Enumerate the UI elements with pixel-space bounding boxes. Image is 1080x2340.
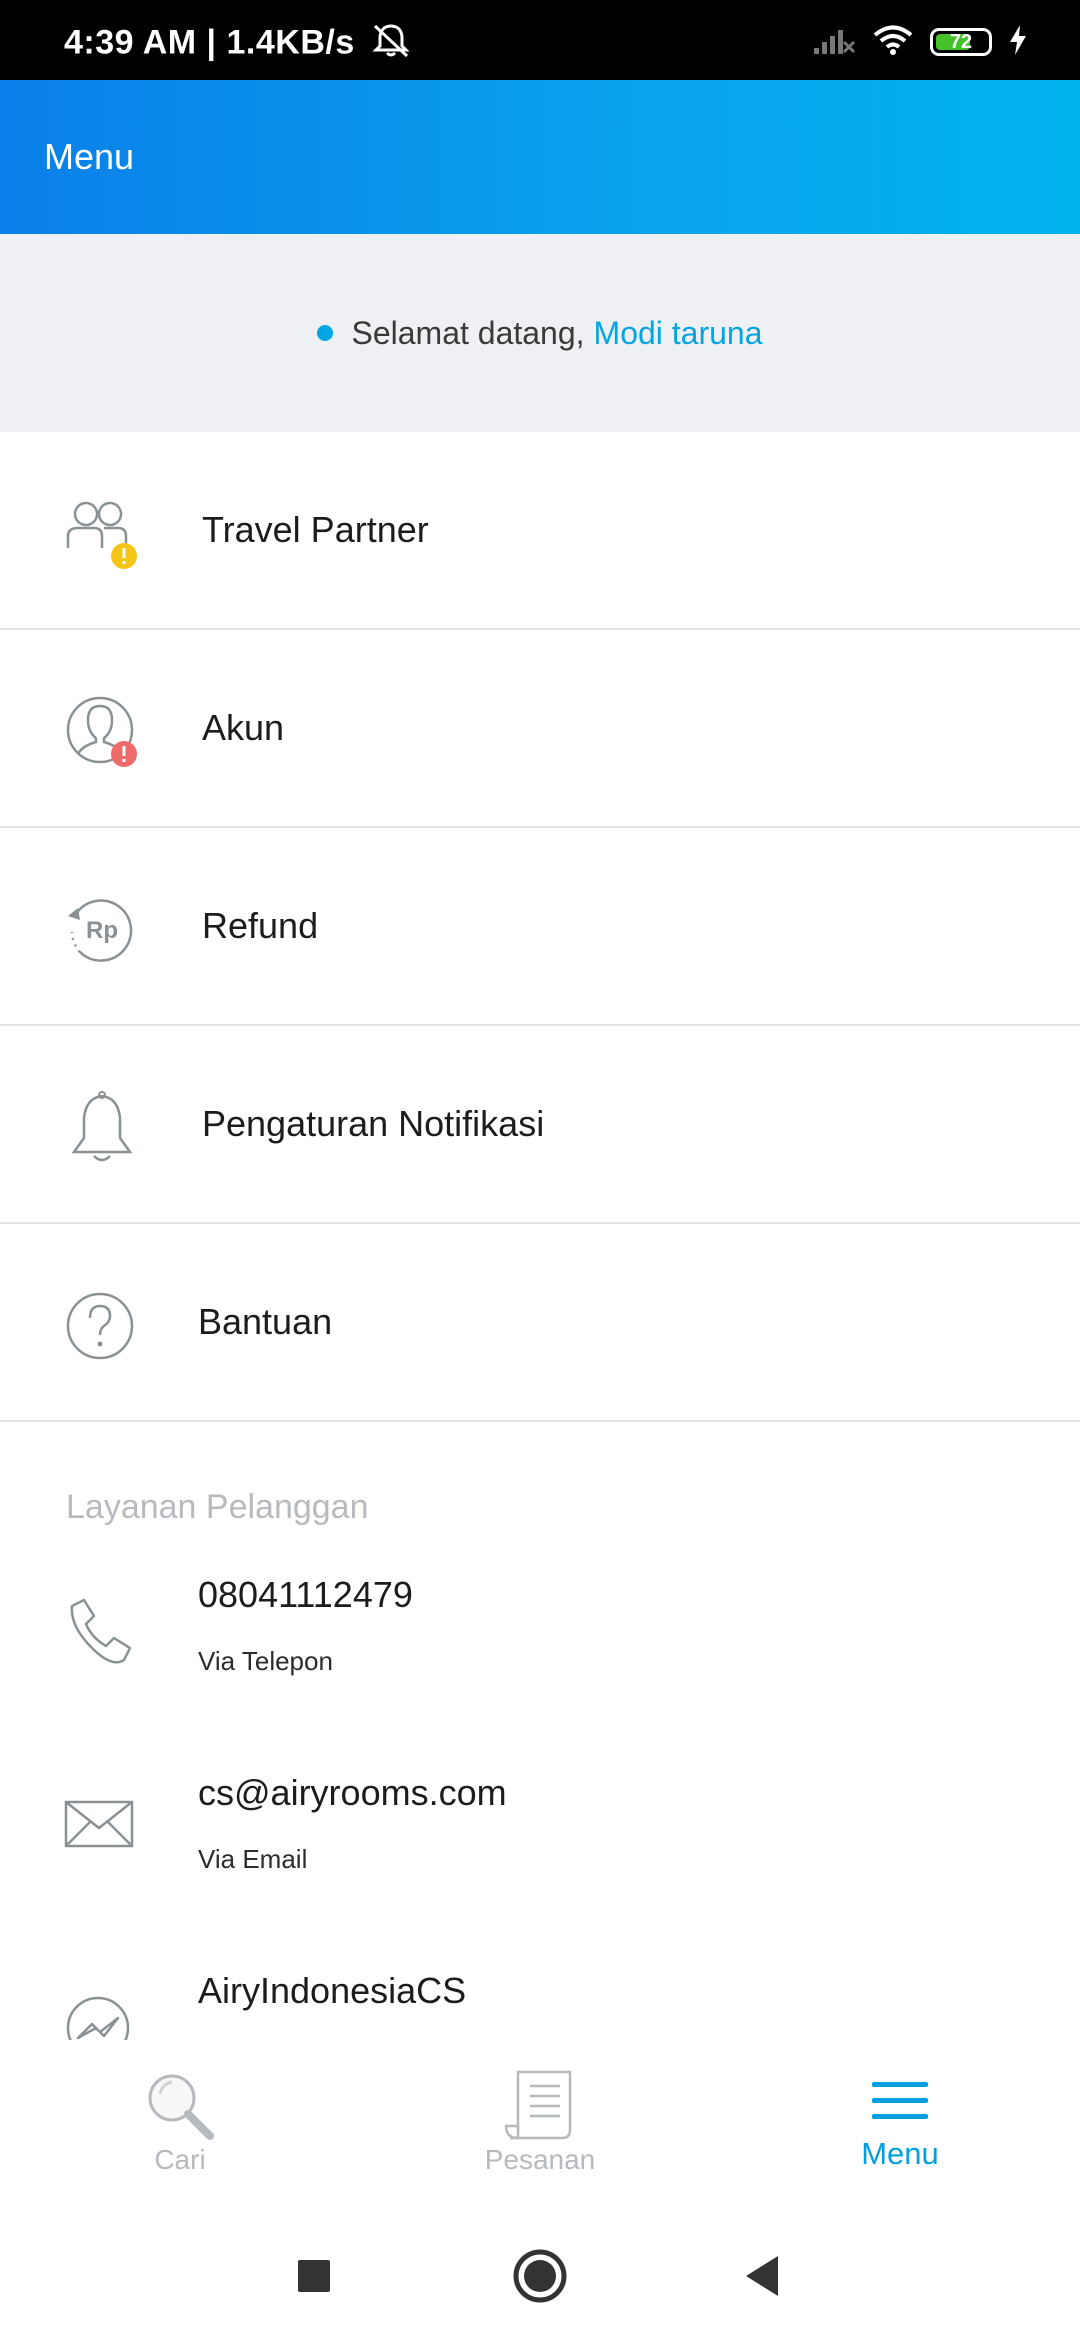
tab-menu[interactable]: Menu [720,2040,1080,2208]
battery-level: 72 [949,31,973,53]
tab-label: Pesanan [484,2144,596,2175]
welcome-banner: Selamat datang, Modi taruna [0,234,1080,432]
status-bar: 4:39 AM | 1.4KB/s 72 [0,0,1080,80]
cs-value: AiryIndonesiaCS [198,1970,467,2011]
signal-icon [812,24,856,61]
page-title: Menu [44,136,135,177]
status-time-text: 4:39 AM | 1.4KB/s [64,23,355,62]
menu-item-label: Pengaturan Notifikasi [202,1103,545,1144]
menu-item-refund[interactable]: Rp Refund [0,828,1080,1026]
menu-item-notification-settings[interactable]: Pengaturan Notifikasi [0,1026,1080,1224]
people-icon [64,496,140,572]
status-time: 4:39 AM | 1.4KB/s [64,22,411,67]
email-icon [64,1788,136,1860]
bell-icon [64,1090,140,1166]
tab-label: Menu [861,2136,939,2171]
cs-subtitle: Via Email [198,1844,308,1874]
tab-label: Cari [154,2144,206,2175]
charging-icon [1008,24,1028,61]
menu-item-label: Bantuan [198,1301,333,1342]
menu-item-label: Travel Partner [202,509,429,550]
mute-icon [371,22,411,67]
menu-item-travel-partner[interactable]: Travel Partner [0,432,1080,630]
menu-item-label: Refund [202,905,319,946]
welcome-dot [317,325,334,341]
help-icon [64,1288,140,1364]
tab-cari[interactable]: Cari [0,2040,360,2208]
customer-service-title: Layanan Pelanggan [66,1488,369,1526]
cs-subtitle: Via Telepon [198,1646,333,1676]
system-nav-bar [0,2210,1080,2340]
welcome-greeting: Selamat datang, [351,314,585,351]
cs-phone[interactable]: 08041112479 Via Telepon [0,1570,1080,1750]
account-icon [64,694,140,770]
phone-icon [64,1596,136,1668]
cs-value: cs@airyrooms.com [198,1772,507,1813]
wifi-icon [872,24,914,61]
tab-pesanan[interactable]: Pesanan [360,2040,720,2208]
menu-item-label: Akun [202,707,285,748]
menu-item-akun[interactable]: Akun [0,630,1080,828]
status-icons: 72 [812,24,1028,60]
bottom-nav: Cari Pesanan Menu [0,2040,1080,2212]
home-button[interactable] [510,2246,570,2306]
menu-item-bantuan[interactable]: Bantuan [0,1224,1080,1422]
back-button[interactable] [734,2246,794,2306]
recents-button[interactable] [284,2246,344,2306]
svg-text:Rp: Rp [86,917,118,944]
cs-messenger[interactable]: AiryIndonesiaCS [0,1966,1080,2040]
receipt-icon [504,2070,576,2142]
refund-icon: Rp [64,892,140,968]
app-bar: Menu [0,80,1080,234]
cs-email[interactable]: cs@airyrooms.com Via Email [0,1768,1080,1948]
search-icon [144,2070,216,2142]
battery-icon: 72 [930,28,992,56]
messenger-icon [64,1994,136,2040]
cs-value: 08041112479 [198,1574,413,1615]
user-name-link[interactable]: Modi taruna [594,315,763,352]
